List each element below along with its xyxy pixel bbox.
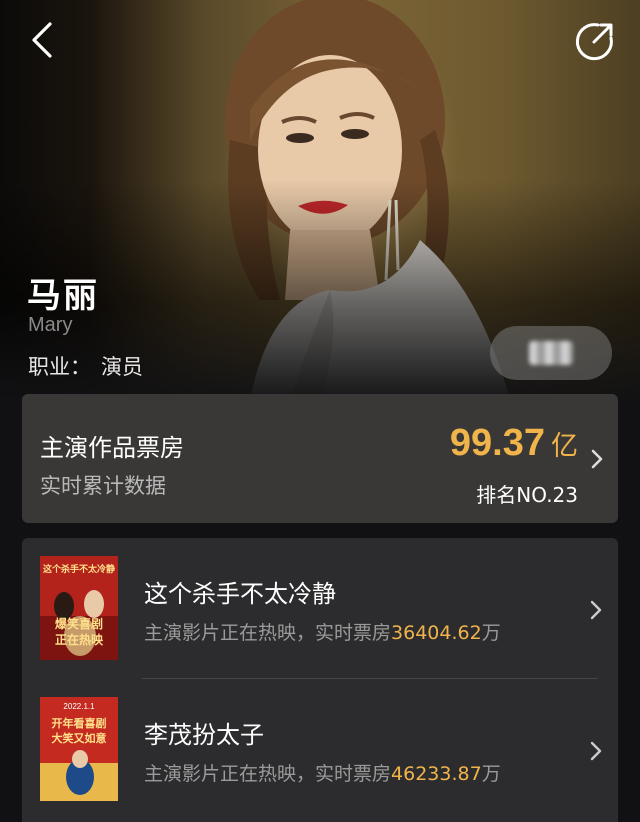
film-title: 李茂扮太子 — [144, 721, 264, 749]
share-icon — [575, 23, 613, 61]
poster-date: 2022.1.1 — [63, 702, 95, 711]
film-gross: 46233.87 — [391, 763, 482, 785]
back-button[interactable] — [22, 18, 66, 62]
box-office-title: 主演作品票房 — [40, 434, 184, 462]
box-office-total: 99.37 亿 — [450, 422, 578, 465]
film-item[interactable]: 这个杀手不太冷静 爆笑喜剧 正在热映 这个杀手不太冷静 主演影片正在热映，实时票… — [22, 538, 618, 678]
chevron-right-icon — [590, 600, 602, 620]
film-item[interactable]: 2022.1.1 开年看喜剧 大笑又如意 李茂扮太子 主演影片正在热映，实时票房… — [22, 679, 618, 819]
box-office-card[interactable]: 主演作品票房 实时累计数据 99.37 亿 排名NO.23 — [22, 394, 618, 523]
film-gross: 36404.62 — [391, 622, 482, 644]
film-description-text: 主演影片正在热映，实时票房 — [144, 763, 392, 785]
film-gross-unit: 万 — [481, 622, 501, 644]
chevron-right-icon — [591, 449, 603, 469]
film-description: 主演影片正在热映，实时票房36404.62万 — [144, 618, 501, 645]
actor-name: 马丽 — [27, 276, 99, 316]
film-title: 这个杀手不太冷静 — [144, 580, 336, 608]
profession-value: 演员 — [101, 355, 143, 379]
poster-tagline-2: 大笑又如意 — [52, 731, 107, 745]
box-office-subtitle: 实时累计数据 — [40, 474, 166, 498]
poster-title: 这个杀手不太冷静 — [43, 563, 115, 575]
share-button[interactable] — [574, 20, 616, 62]
profession: 职业： 演员 — [28, 351, 143, 381]
film-poster: 这个杀手不太冷静 爆笑喜剧 正在热映 — [40, 556, 118, 660]
film-list: 这个杀手不太冷静 爆笑喜剧 正在热映 这个杀手不太冷静 主演影片正在热映，实时票… — [22, 538, 618, 822]
blurred-content — [529, 341, 573, 365]
film-description: 主演影片正在热映，实时票房46233.87万 — [144, 759, 501, 786]
film-gross-unit: 万 — [481, 763, 501, 785]
box-office-total-unit: 亿 — [551, 431, 578, 462]
poster-tagline: 开年看喜剧 — [52, 716, 107, 730]
chevron-right-icon — [590, 741, 602, 761]
chevron-left-icon — [32, 22, 52, 58]
blurred-badge[interactable] — [490, 326, 612, 380]
profession-label: 职业： — [28, 355, 91, 379]
poster-tagline: 爆笑喜剧 — [55, 616, 103, 631]
poster-tagline-2: 正在热映 — [55, 632, 104, 647]
actor-name-english: Mary — [28, 314, 73, 336]
box-office-total-value: 99.37 — [449, 422, 545, 464]
box-office-rank: 排名NO.23 — [476, 483, 578, 507]
film-description-text: 主演影片正在热映，实时票房 — [144, 622, 392, 644]
film-poster: 2022.1.1 开年看喜剧 大笑又如意 — [40, 697, 118, 801]
